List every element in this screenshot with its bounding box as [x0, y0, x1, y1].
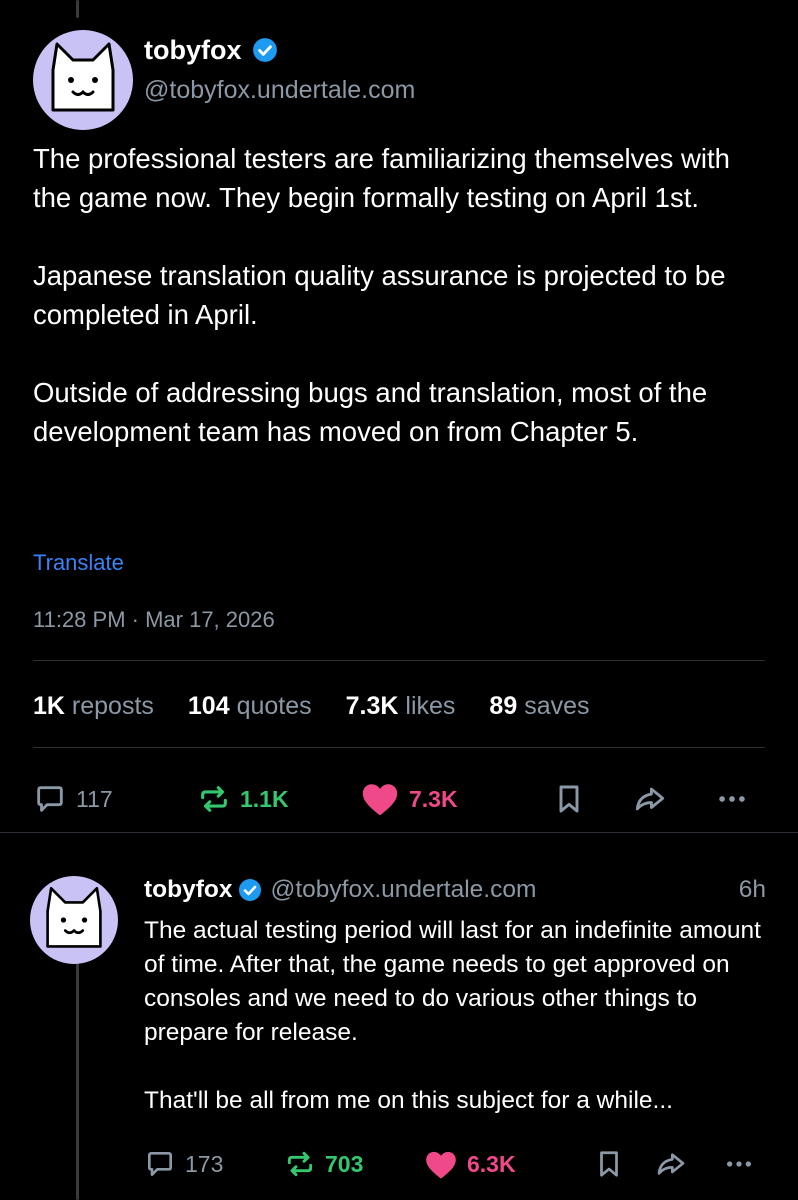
share-icon — [635, 787, 665, 811]
reply-button[interactable]: 173 — [144, 1146, 223, 1182]
heart-icon — [362, 784, 398, 816]
more-icon — [727, 1161, 751, 1167]
more-options-button[interactable] — [722, 1146, 756, 1182]
bookmark-button[interactable] — [553, 780, 585, 818]
bookmark-icon — [600, 1151, 618, 1177]
reply-time[interactable]: 6h — [739, 872, 766, 908]
author-name-row[interactable]: tobyfox — [144, 32, 278, 68]
reply-count: 173 — [185, 1151, 224, 1177]
divider — [33, 747, 765, 748]
reply-avatar[interactable] — [30, 876, 118, 964]
engagement-stats: 1K reposts 104 quotes 7.3K likes 89 save… — [33, 689, 624, 723]
share-icon — [657, 1153, 685, 1175]
repost-button[interactable]: 1.1K — [197, 780, 289, 818]
like-count: 7.3K — [409, 786, 458, 812]
post-separator — [0, 832, 798, 833]
heart-icon — [426, 1151, 456, 1179]
divider — [33, 660, 765, 661]
reply-text: The actual testing period will last for … — [144, 917, 761, 1114]
author-display-name[interactable]: tobyfox — [144, 32, 242, 68]
like-button[interactable]: 6.3K — [424, 1146, 516, 1182]
like-count: 6.3K — [467, 1151, 516, 1177]
repost-button[interactable]: 703 — [284, 1146, 363, 1182]
author-handle[interactable]: @tobyfox.undertale.com — [144, 73, 415, 107]
stat-reposts[interactable]: 1K reposts — [33, 689, 154, 723]
post-timestamp[interactable]: 11:28 PM · Mar 17, 2026 — [33, 605, 275, 635]
reply-button[interactable]: 117 — [33, 780, 113, 818]
avatar[interactable] — [33, 30, 133, 130]
reply-icon — [37, 786, 63, 812]
stat-saves[interactable]: 89 saves — [489, 689, 589, 723]
more-icon — [719, 796, 745, 802]
verified-badge-icon — [252, 37, 278, 63]
reply-author-handle[interactable]: @tobyfox.undertale.com — [270, 872, 536, 908]
bookmark-button[interactable] — [594, 1146, 624, 1182]
reply-author-name[interactable]: tobyfox — [144, 872, 232, 908]
thread-line-reply — [76, 960, 79, 1200]
translate-link[interactable]: Translate — [33, 548, 124, 578]
more-options-button[interactable] — [713, 780, 751, 818]
repost-icon — [287, 1151, 313, 1177]
repost-icon — [201, 786, 227, 812]
repost-count: 703 — [325, 1151, 364, 1177]
reply-count: 117 — [76, 786, 113, 812]
share-button[interactable] — [654, 1146, 688, 1182]
reply-icon — [148, 1152, 172, 1176]
thread-line-top — [76, 0, 79, 18]
verified-badge-icon — [238, 878, 262, 902]
repost-count: 1.1K — [240, 786, 289, 812]
stat-quotes[interactable]: 104 quotes — [188, 689, 312, 723]
stat-likes[interactable]: 7.3K likes — [346, 689, 456, 723]
cat-avatar-icon — [46, 887, 102, 948]
cat-avatar-icon — [51, 42, 115, 112]
share-button[interactable] — [631, 780, 669, 818]
post-text: The professional testers are familiarizi… — [33, 143, 730, 447]
bookmark-icon — [559, 785, 579, 813]
like-button[interactable]: 7.3K — [360, 780, 458, 818]
reply-header: tobyfox @tobyfox.undertale.com 6h — [144, 872, 766, 908]
